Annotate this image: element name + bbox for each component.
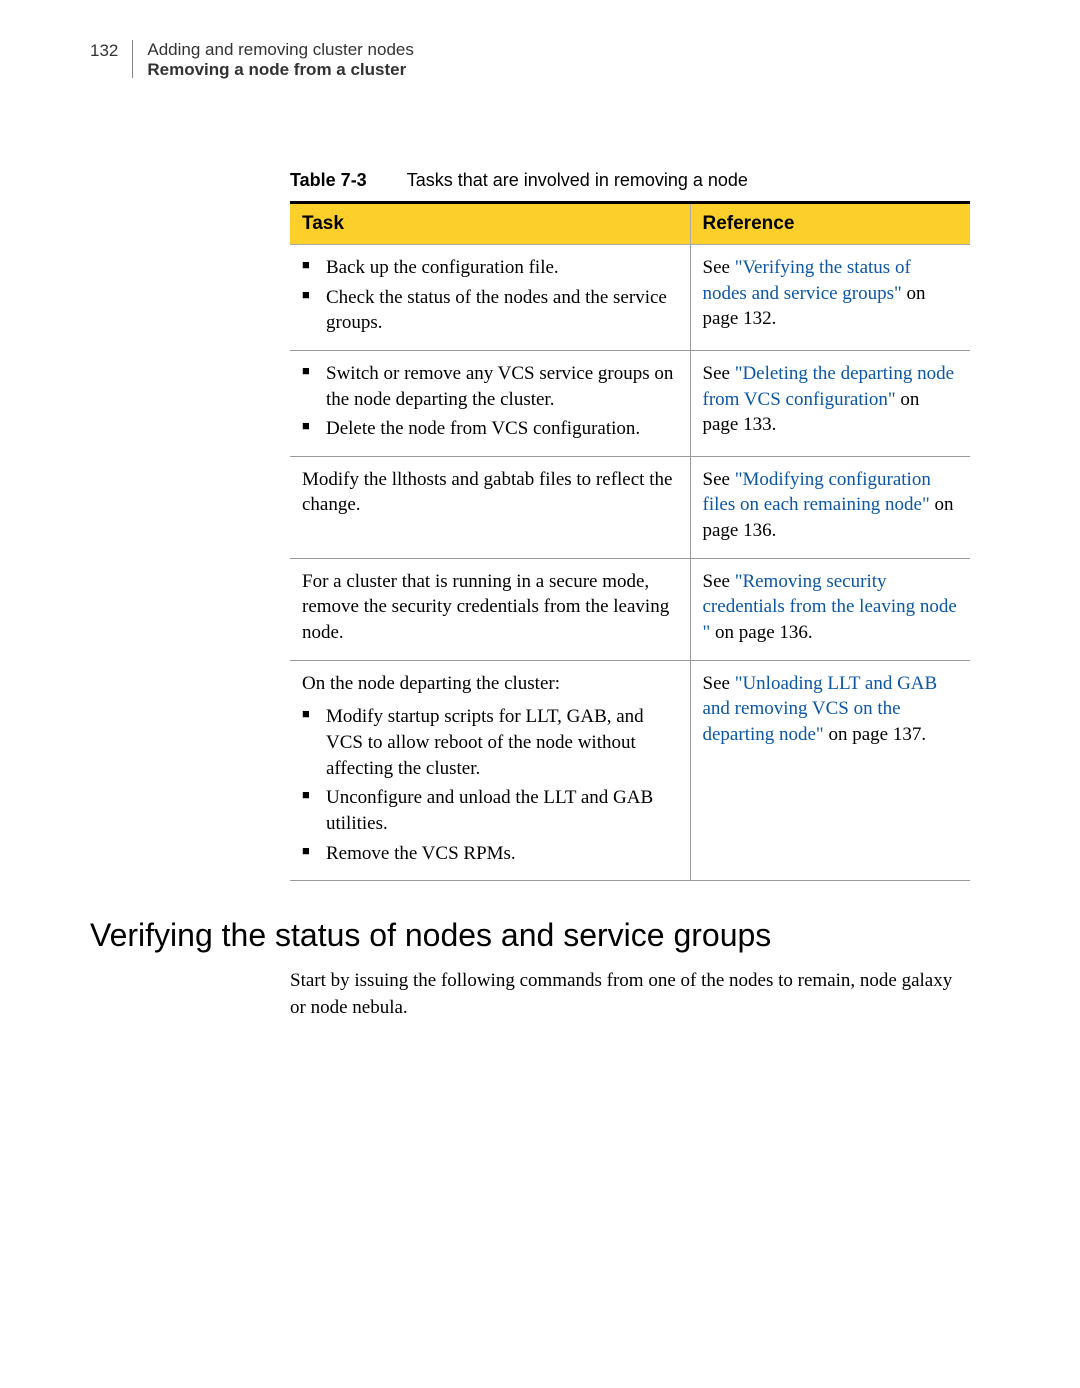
list-item: Delete the node from VCS configuration. — [302, 416, 678, 442]
list-item: Switch or remove any VCS service groups … — [302, 361, 678, 412]
page-header: 132 Adding and removing cluster nodes Re… — [90, 40, 970, 80]
list-item: Check the status of the nodes and the se… — [302, 285, 678, 336]
ref-prefix: See — [703, 257, 735, 278]
table-caption: Table 7-3 Tasks that are involved in rem… — [290, 170, 970, 191]
table-row: Modify the llthosts and gabtab files to … — [290, 456, 970, 558]
list-item: Back up the configuration file. — [302, 255, 678, 281]
ref-prefix: See — [703, 469, 735, 490]
subsection-heading: Verifying the status of nodes and servic… — [90, 917, 970, 954]
list-item: Unconfigure and unload the LLT and GAB u… — [302, 785, 678, 836]
ref-suffix: on page 136. — [710, 622, 812, 643]
ref-suffix: on page 137. — [824, 724, 926, 745]
tasks-table: Task Reference Back up the configuration… — [290, 201, 970, 881]
task-text: For a cluster that is running in a secur… — [290, 558, 690, 660]
cross-reference-link[interactable]: "Modifying configuration files on each r… — [703, 469, 931, 516]
ref-prefix: See — [703, 673, 735, 694]
task-text: Modify the llthosts and gabtab files to … — [290, 456, 690, 558]
column-header-reference: Reference — [690, 203, 970, 245]
task-lead: On the node departing the cluster: — [302, 671, 678, 697]
table-row: On the node departing the cluster: Modif… — [290, 660, 970, 880]
page-number: 132 — [90, 40, 118, 61]
table-caption-text: Tasks that are involved in removing a no… — [407, 170, 748, 190]
cross-reference-link[interactable]: "Verifying the status of nodes and servi… — [703, 257, 911, 304]
list-item: Modify startup scripts for LLT, GAB, and… — [302, 704, 678, 781]
table-row: For a cluster that is running in a secur… — [290, 558, 970, 660]
ref-prefix: See — [703, 363, 735, 384]
section-title: Removing a node from a cluster — [147, 60, 414, 80]
ref-prefix: See — [703, 571, 735, 592]
table-caption-label: Table 7-3 — [290, 170, 367, 190]
header-divider — [132, 40, 133, 78]
table-row: Switch or remove any VCS service groups … — [290, 350, 970, 456]
body-paragraph: Start by issuing the following commands … — [290, 968, 970, 1021]
chapter-title: Adding and removing cluster nodes — [147, 40, 414, 60]
table-row: Back up the configuration file. Check th… — [290, 245, 970, 351]
column-header-task: Task — [290, 203, 690, 245]
list-item: Remove the VCS RPMs. — [302, 841, 678, 867]
